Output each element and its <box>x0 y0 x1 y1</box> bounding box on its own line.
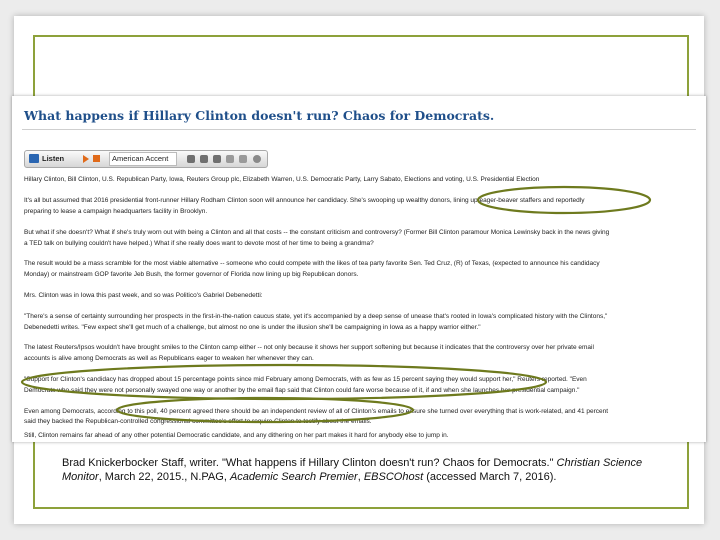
citation: Brad Knickerbocker Staff, writer. "What … <box>62 456 662 484</box>
annotation-overlay <box>20 185 652 424</box>
annotation-oval-emails <box>115 396 415 424</box>
slide-background: What happens if Hillary Clinton doesn't … <box>0 0 720 540</box>
article-screenshot: What happens if Hillary Clinton doesn't … <box>12 96 706 442</box>
citation-details: , March 22, 2015., N.PAG, <box>98 471 230 483</box>
citation-prefix: Brad Knickerbocker Staff, writer. "What … <box>62 457 557 469</box>
citation-provider: EBSCOhost <box>363 471 424 483</box>
citation-database: Academic Search Premier <box>229 471 358 483</box>
annotation-oval-support <box>20 363 548 401</box>
annotation-oval-donors <box>476 185 652 215</box>
citation-access-date: (accessed March 7, 2016). <box>423 471 557 483</box>
